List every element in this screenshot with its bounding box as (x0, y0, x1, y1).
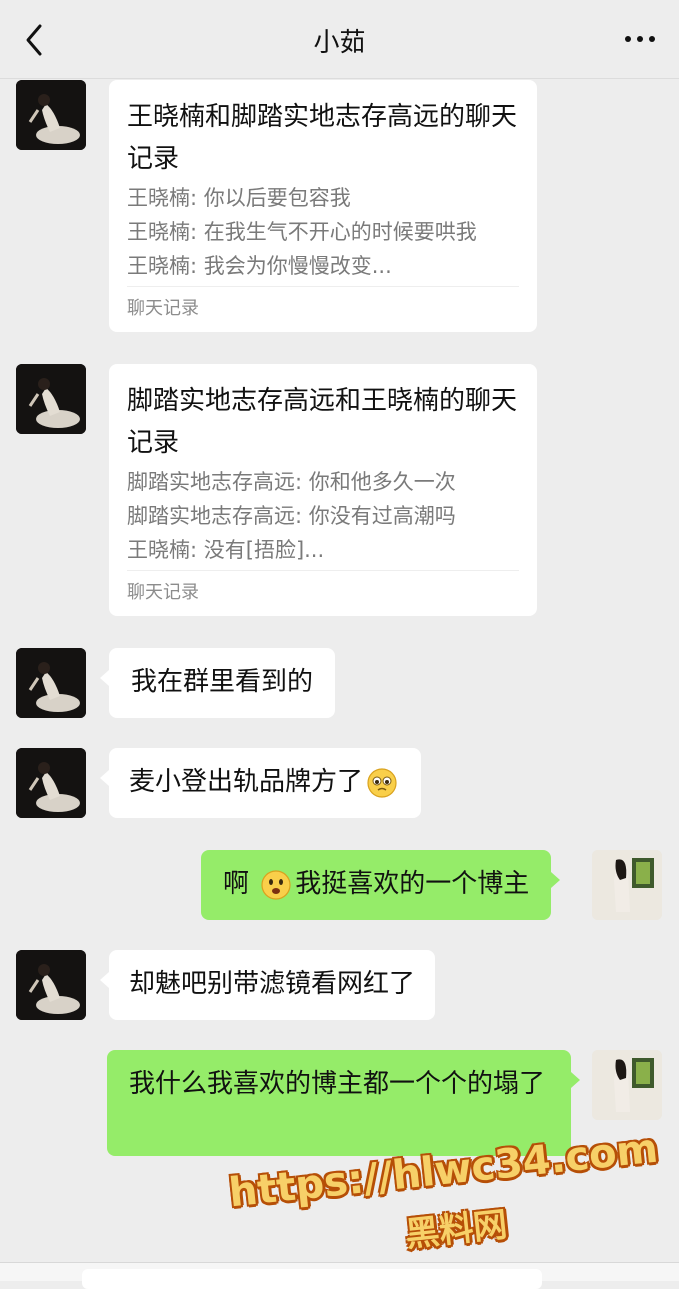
my-message-bubble[interactable]: 我什么我喜欢的博主都一个个的塌了 (107, 1050, 580, 1156)
message-prefix: 啊 (223, 869, 250, 899)
chat-header: 小茹 (0, 0, 679, 79)
chat-record-card[interactable]: 脚踏实地志存高远和王晓楠的聊天记录 脚踏实地志存高远: 你和他多久一次 脚踏实地… (109, 364, 537, 616)
anguished-face-emoji (261, 869, 291, 900)
message-bubble[interactable]: 我在群里看到的 (99, 648, 336, 718)
chat-record-footer: 聊天记录 (127, 298, 199, 319)
divider (127, 570, 519, 571)
chat-record-card[interactable]: 王晓楠和脚踏实地志存高远的聊天记录 王晓楠: 你以后要包容我 王晓楠: 在我生气… (109, 80, 537, 332)
avatar[interactable] (16, 80, 86, 150)
chat-record-line: 脚踏实地志存高远: 你和他多久一次 (127, 470, 456, 494)
watermark-name: 黑料网 (403, 1204, 510, 1256)
message-text: 我什么我喜欢的博主都一个个的塌了 (129, 1069, 546, 1099)
message-text: 麦小登出轨品牌方了 (129, 767, 364, 797)
chat-record-line: 脚踏实地志存高远: 你没有过高潮吗 (127, 504, 456, 528)
chat-record-footer: 聊天记录 (127, 582, 199, 603)
chat-record-line: 王晓楠: 你以后要包容我 (127, 186, 351, 210)
my-avatar[interactable] (592, 850, 662, 920)
divider (127, 286, 519, 287)
message-text: 却魅吧别带滤镜看网红了 (129, 969, 416, 999)
chat-record-line: 王晓楠: 没有[捂脸]... (127, 538, 325, 562)
avatar[interactable] (16, 648, 86, 718)
message-text: 我在群里看到的 (131, 667, 314, 697)
chat-title: 小茹 (313, 28, 366, 58)
message-input[interactable] (82, 1269, 542, 1289)
avatar[interactable] (16, 364, 86, 434)
avatar[interactable] (16, 748, 86, 818)
my-avatar[interactable] (592, 1050, 662, 1120)
avatar[interactable] (16, 950, 86, 1020)
chat-record-line: 王晓楠: 在我生气不开心的时候要哄我 (127, 220, 477, 244)
my-message-bubble[interactable]: 啊 我挺喜欢的一个博主 (201, 850, 561, 920)
more-dots-icon[interactable] (625, 36, 655, 42)
pleading-face-emoji (367, 767, 397, 798)
chat-record-title: 王晓楠和脚踏实地志存高远的聊天记录 (127, 102, 518, 174)
message-bubble[interactable]: 却魅吧别带滤镜看网红了 (99, 950, 436, 1020)
message-bubble[interactable]: 麦小登出轨品牌方了 (99, 748, 422, 818)
input-bar (0, 1262, 679, 1289)
message-text: 我挺喜欢的一个博主 (295, 869, 530, 899)
chat-record-title: 脚踏实地志存高远和王晓楠的聊天记录 (127, 386, 518, 458)
chat-record-line: 王晓楠: 我会为你慢慢改变... (127, 254, 392, 278)
